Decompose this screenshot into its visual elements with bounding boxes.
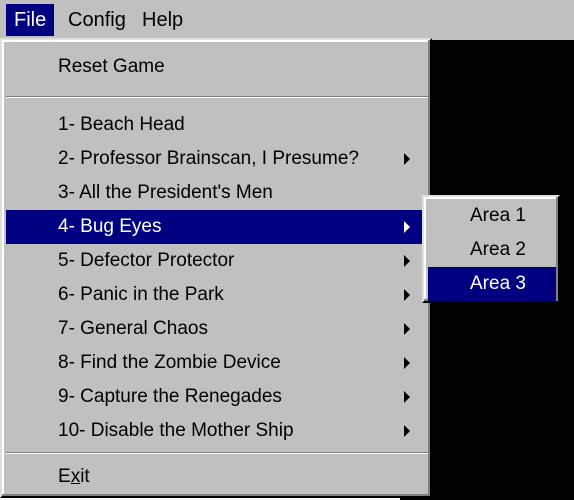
menu-item-label: 9- Capture the Renegades (58, 386, 282, 407)
menu-item-mission-2[interactable]: 2- Professor Brainscan, I Presume? (6, 142, 428, 176)
menu-separator (6, 96, 428, 98)
menubar-file[interactable]: File (6, 4, 55, 36)
menu-item-reset-game[interactable]: Reset Game (6, 50, 428, 84)
menu-item-label: 6- Panic in the Park (58, 284, 224, 305)
menu-item-mission-3[interactable]: 3- All the President's Men (6, 176, 428, 210)
menu-item-label: 5- Defector Protector (58, 250, 235, 271)
submenu-arrow-icon (404, 289, 410, 301)
menu-item-label: 8- Find the Zombie Device (58, 352, 281, 373)
submenu-arrow-icon (404, 221, 410, 233)
submenu-item-area-1[interactable]: Area 1 (428, 199, 556, 233)
submenu-item-area-2[interactable]: Area 2 (428, 233, 556, 267)
submenu-arrow-icon (404, 153, 410, 165)
menu-separator (6, 452, 428, 454)
menu-item-mission-10[interactable]: 10- Disable the Mother Ship (6, 414, 428, 448)
submenu-item-area-3[interactable]: Area 3 (428, 267, 556, 301)
menu-item-label: 1- Beach Head (58, 114, 185, 135)
menubar-help[interactable]: Help (134, 4, 191, 36)
menu-item-mission-7[interactable]: 7- General Chaos (6, 312, 428, 346)
submenu-arrow-icon (404, 323, 410, 335)
submenu-arrow-icon (404, 425, 410, 437)
menu-item-mission-9[interactable]: 9- Capture the Renegades (6, 380, 428, 414)
menu-item-mission-6[interactable]: 6- Panic in the Park (6, 278, 428, 312)
menu-item-label: 3- All the President's Men (58, 182, 273, 203)
menu-item-label: 4- Bug Eyes (58, 216, 162, 237)
menubar: File Config Help (0, 0, 574, 40)
file-menu: Reset Game 1- Beach Head 2- Professor Br… (0, 38, 432, 498)
menu-item-mission-8[interactable]: 8- Find the Zombie Device (6, 346, 428, 380)
menu-item-mission-5[interactable]: 5- Defector Protector (6, 244, 428, 278)
exit-label-pre: E (58, 466, 71, 487)
menu-item-mission-4[interactable]: 4- Bug Eyes (6, 210, 428, 244)
menu-item-label: 10- Disable the Mother Ship (58, 420, 294, 441)
submenu-arrow-icon (404, 357, 410, 369)
game-window: File Config Help Reset Game 1- Beach Hea… (0, 0, 574, 500)
exit-label-mnemonic: x (70, 466, 81, 487)
menu-item-label: 7- General Chaos (58, 318, 208, 339)
menubar-config[interactable]: Config (60, 4, 134, 36)
area-submenu: Area 1 Area 2 Area 3 (422, 195, 560, 303)
submenu-arrow-icon (404, 255, 410, 267)
menu-item-exit[interactable]: Exit (6, 460, 428, 494)
exit-label-post: it (80, 466, 90, 487)
submenu-arrow-icon (404, 391, 410, 403)
menu-item-label: 2- Professor Brainscan, I Presume? (58, 148, 359, 169)
menu-item-mission-1[interactable]: 1- Beach Head (6, 108, 428, 142)
